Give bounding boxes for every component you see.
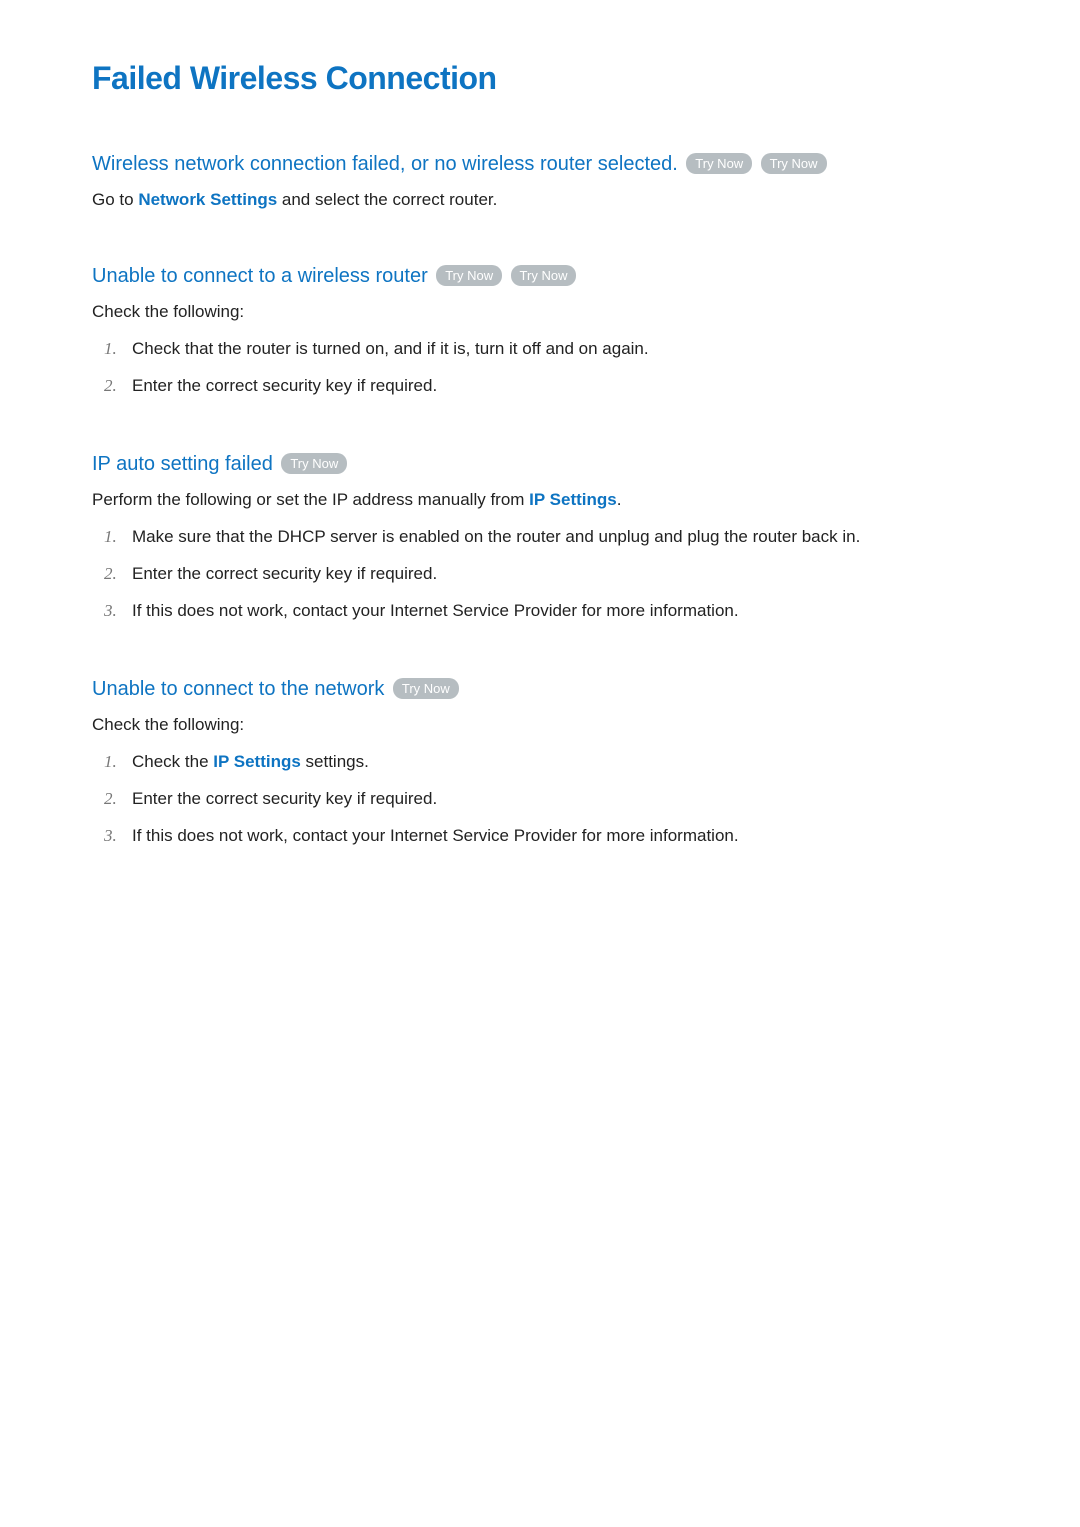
try-now-button[interactable]: Try Now [281,453,347,474]
section-heading: Wireless network connection failed, or n… [92,153,678,175]
section-unable-router: Unable to connect to a wireless router T… [92,265,988,401]
list-item: 2. Enter the correct security key if requ… [92,372,988,401]
list-item: 2. Enter the correct security key if requ… [92,560,988,589]
item-number: 2. [104,560,117,589]
list-item: 1. Check the IP Settings settings. [92,748,988,777]
list-item: 3. If this does not work, contact your In… [92,597,988,626]
section-ip-auto-failed: IP auto setting failed Try Now Perform t… [92,453,988,626]
section-intro: Perform the following or set the IP addr… [92,486,988,513]
section-heading: Unable to connect to the network [92,678,384,700]
section-intro: Check the following: [92,298,988,325]
intro-text: . [617,490,622,509]
list-item: 1. Check that the router is turned on, an… [92,335,988,364]
item-text: settings. [301,752,369,771]
try-now-button[interactable]: Try Now [436,265,502,286]
item-number: 1. [104,335,117,364]
list-item: 1. Make sure that the DHCP server is enab… [92,523,988,552]
list-item: 2. Enter the correct security key if req… [92,785,988,814]
section-unable-network: Unable to connect to the network Try Now… [92,678,988,851]
item-text: Enter the correct security key if requir… [132,564,437,583]
step-list: 1. Check that the router is turned on, an… [92,335,988,401]
section-intro: Go to Network Settings and select the co… [92,186,988,213]
item-text: If this does not work, contact your Inte… [132,826,739,845]
item-text: Enter the correct security key if requir… [132,789,437,808]
item-text: Enter the correct security key if requir… [132,376,437,395]
item-number: 2. [104,372,117,401]
item-number: 1. [104,523,117,552]
intro-text: Go to [92,190,138,209]
try-now-button[interactable]: Try Now [686,153,752,174]
page-title: Failed Wireless Connection [92,60,988,97]
intro-text: Perform the following or set the IP addr… [92,490,529,509]
item-number: 3. [104,597,117,626]
item-text: Check that the router is turned on, and … [132,339,649,358]
step-list: 1. Make sure that the DHCP server is enab… [92,523,988,626]
ip-settings-link[interactable]: IP Settings [529,490,617,509]
item-number: 1. [104,748,117,777]
section-intro: Check the following: [92,711,988,738]
list-item: 3. If this does not work, contact your I… [92,822,988,851]
network-settings-link[interactable]: Network Settings [138,190,277,209]
ip-settings-link[interactable]: IP Settings [213,752,301,771]
section-heading: Unable to connect to a wireless router [92,265,428,287]
item-text: If this does not work, contact your Inte… [132,601,739,620]
item-text: Check the [132,752,213,771]
step-list: 1. Check the IP Settings settings. 2. En… [92,748,988,851]
section-heading: IP auto setting failed [92,453,273,475]
try-now-button[interactable]: Try Now [393,678,459,699]
item-text: Make sure that the DHCP server is enable… [132,527,860,546]
item-number: 3. [104,822,117,851]
section-wireless-failed: Wireless network connection failed, or n… [92,153,988,213]
intro-text: and select the correct router. [277,190,497,209]
try-now-button[interactable]: Try Now [511,265,577,286]
item-number: 2. [104,785,117,814]
try-now-button[interactable]: Try Now [761,153,827,174]
